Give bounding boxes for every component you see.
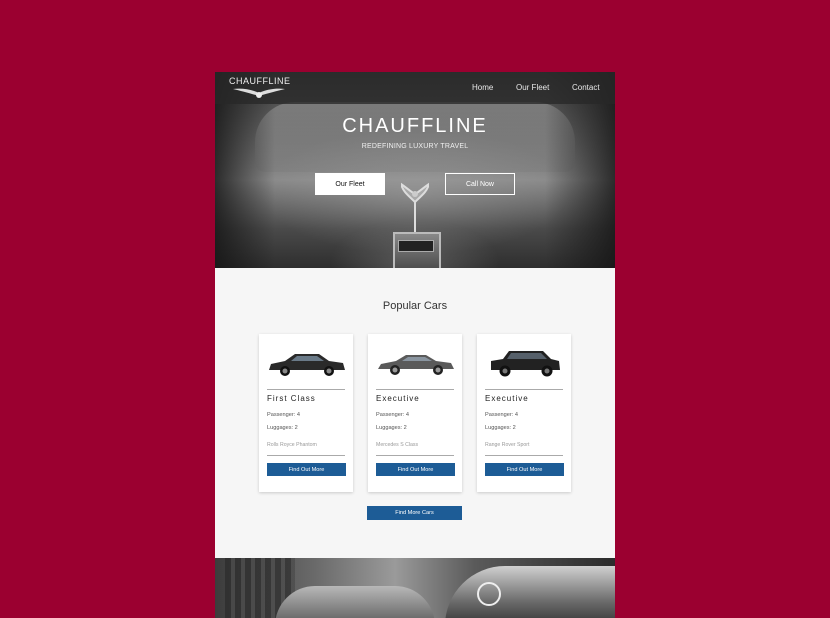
card-model: Rolls Royce Phantom [267, 442, 317, 448]
logo[interactable]: CHAUFFLINE [229, 76, 291, 100]
card-luggage: Luggages: 2 [485, 425, 516, 431]
card-model: Mercedes S Class [376, 442, 419, 448]
logo-text: CHAUFFLINE [229, 76, 291, 86]
nav-home[interactable]: Home [472, 83, 493, 92]
card-class-title: Executive [376, 394, 420, 403]
card-passengers: Passenger: 4 [267, 412, 300, 418]
card-class-title: Executive [485, 394, 529, 403]
navbar: CHAUFFLINE Home Our Fleet Contact [215, 72, 615, 104]
card-divider [376, 455, 454, 456]
hero-car-badge [398, 240, 434, 252]
nav-our-fleet[interactable]: Our Fleet [516, 83, 549, 92]
call-now-button[interactable]: Call Now [445, 173, 515, 195]
card-luggage: Luggages: 2 [376, 425, 407, 431]
card-model: Range Rover Sport [485, 442, 530, 448]
card-divider [267, 389, 345, 390]
rolls-royce-car-image [269, 354, 345, 376]
nav-contact[interactable]: Contact [572, 83, 600, 92]
popular-cars-heading: Popular Cars [382, 300, 448, 312]
find-more-cars-button[interactable]: Find More Cars [367, 506, 462, 520]
car-cards: First Class Passenger: 4 Luggages: 2 Rol… [259, 334, 571, 492]
website-page: CHAUFFLINE Home Our Fleet Contact CHAUFF… [215, 72, 615, 618]
car-card-first-class: First Class Passenger: 4 Luggages: 2 Rol… [259, 334, 353, 492]
our-fleet-button[interactable]: Our Fleet [315, 173, 385, 195]
banner-car-left [275, 586, 435, 618]
mercedes-car-image [378, 355, 454, 375]
hero-tagline: REDEFINING LUXURY TRAVEL [361, 143, 469, 150]
card-divider [267, 455, 345, 456]
hero-title: CHAUFFLINE [342, 115, 488, 137]
card-divider [376, 389, 454, 390]
card-divider [485, 455, 563, 456]
car-card-executive-range-rover: Executive Passenger: 4 Luggages: 2 Range… [477, 334, 571, 492]
find-out-more-button[interactable]: Find Out More [267, 463, 346, 476]
range-rover-car-image [491, 351, 560, 377]
spirit-of-ecstasy-ornament-icon [401, 182, 429, 232]
banner-car-right [445, 566, 615, 618]
card-passengers: Passenger: 4 [485, 412, 518, 418]
card-class-title: First Class [267, 394, 316, 403]
card-divider [485, 389, 563, 390]
car-card-executive-mercedes: Executive Passenger: 4 Luggages: 2 Merce… [368, 334, 462, 492]
wings-logo-icon [233, 88, 285, 98]
hero-section: CHAUFFLINE Home Our Fleet Contact CHAUFF… [215, 72, 615, 268]
card-passengers: Passenger: 4 [376, 412, 409, 418]
mercedes-emblem-icon [477, 582, 501, 606]
card-luggage: Luggages: 2 [267, 425, 298, 431]
find-out-more-button[interactable]: Find Out More [376, 463, 455, 476]
find-out-more-button[interactable]: Find Out More [485, 463, 564, 476]
fleet-banner-image [215, 558, 615, 618]
